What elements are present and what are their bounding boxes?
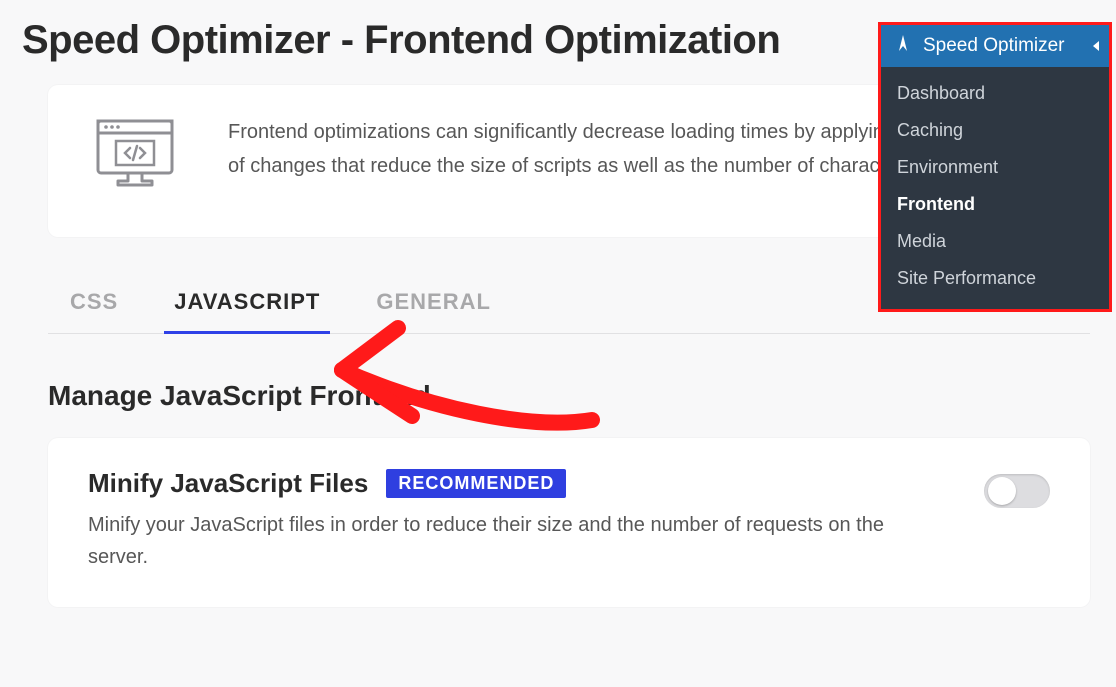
flyout-title: Speed Optimizer bbox=[923, 35, 1065, 57]
flyout-item-dashboard[interactable]: Dashboard bbox=[881, 75, 1109, 112]
frontend-icon bbox=[92, 115, 184, 201]
flyout-header[interactable]: Speed Optimizer bbox=[881, 25, 1109, 67]
flyout-item-site-performance[interactable]: Site Performance bbox=[881, 260, 1109, 297]
flyout-item-media[interactable]: Media bbox=[881, 223, 1109, 260]
tab-general[interactable]: GENERAL bbox=[376, 289, 491, 333]
caret-left-icon bbox=[1093, 41, 1099, 51]
speed-optimizer-icon bbox=[893, 33, 913, 59]
minify-js-toggle[interactable] bbox=[984, 474, 1050, 508]
tab-javascript[interactable]: JAVASCRIPT bbox=[174, 289, 320, 333]
flyout-item-environment[interactable]: Environment bbox=[881, 149, 1109, 186]
setting-title: Minify JavaScript Files bbox=[88, 468, 368, 499]
tab-css[interactable]: CSS bbox=[70, 289, 118, 333]
toggle-knob bbox=[988, 477, 1016, 505]
section-title: Manage JavaScript Frontend bbox=[48, 380, 1116, 412]
setting-minify-js: Minify JavaScript Files RECOMMENDED Mini… bbox=[48, 438, 1090, 607]
intro-text: Frontend optimizations can significantly… bbox=[228, 115, 988, 183]
setting-description: Minify your JavaScript files in order to… bbox=[88, 509, 888, 573]
recommended-badge: RECOMMENDED bbox=[386, 469, 566, 498]
admin-flyout-menu: Speed Optimizer Dashboard Caching Enviro… bbox=[878, 22, 1112, 312]
flyout-item-caching[interactable]: Caching bbox=[881, 112, 1109, 149]
flyout-item-frontend[interactable]: Frontend bbox=[881, 186, 1109, 223]
